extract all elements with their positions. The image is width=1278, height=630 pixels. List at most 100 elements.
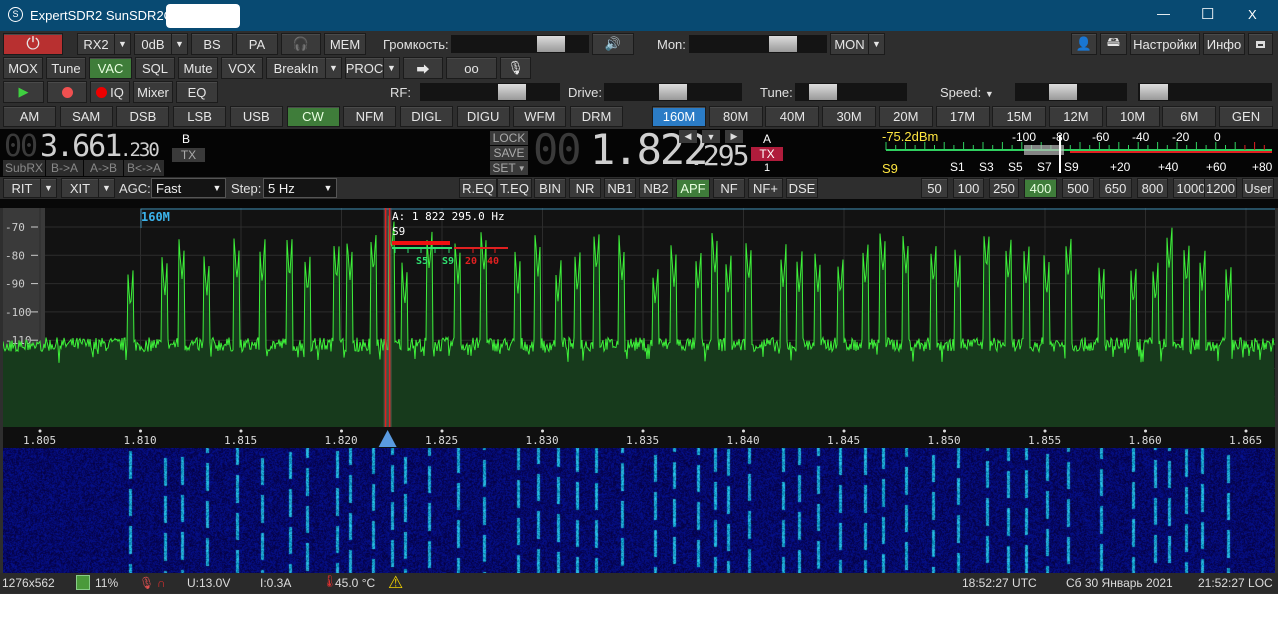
- band-30m[interactable]: 30M: [822, 106, 877, 127]
- speed-label[interactable]: Speed: ▼: [940, 85, 994, 100]
- band-40m[interactable]: 40M: [765, 106, 820, 127]
- close-button[interactable]: X: [1248, 7, 1257, 22]
- filter-400[interactable]: 400: [1024, 178, 1057, 198]
- pa-button[interactable]: PA: [236, 33, 278, 55]
- mon-select[interactable]: MON ▼: [830, 33, 885, 55]
- mic-button[interactable]: 🎙: [500, 57, 531, 79]
- a-to-b-button[interactable]: A->B: [84, 160, 123, 176]
- headphones-button[interactable]: 🎧: [281, 33, 321, 55]
- band-6m[interactable]: 6M: [1162, 106, 1217, 127]
- vfo-b-frequency-hz[interactable]: .230: [120, 139, 160, 161]
- mixer-button[interactable]: Mixer: [133, 81, 173, 103]
- dsp-nf[interactable]: NF+: [748, 178, 783, 198]
- attenuator-select[interactable]: 0dB ▼: [134, 33, 188, 55]
- xit-button[interactable]: XIT ▼: [61, 178, 115, 198]
- mode-digl[interactable]: DIGL: [399, 106, 453, 127]
- rit-button[interactable]: RIT ▼: [3, 178, 57, 198]
- mon-slider[interactable]: [689, 35, 827, 53]
- dsp-nf[interactable]: NF: [713, 178, 745, 198]
- set-button[interactable]: SET ▼: [490, 161, 528, 175]
- dsp-nb1[interactable]: NB1: [604, 178, 636, 198]
- dsp-nr[interactable]: NR: [569, 178, 601, 198]
- play-button[interactable]: ▶: [3, 81, 44, 103]
- slider-thumb[interactable]: [1140, 84, 1168, 100]
- mode-nfm[interactable]: NFM: [343, 106, 397, 127]
- dsp-teq[interactable]: T.EQ: [497, 178, 532, 198]
- filter-1200[interactable]: 1200: [1204, 178, 1237, 198]
- band-20m[interactable]: 20M: [878, 106, 933, 127]
- slider-thumb[interactable]: [809, 84, 837, 100]
- drive-button[interactable]: 🖴: [1100, 33, 1127, 55]
- slider-thumb[interactable]: [1049, 84, 1077, 100]
- filter-50[interactable]: 50: [921, 178, 948, 198]
- dsp-nb2[interactable]: NB2: [639, 178, 673, 198]
- minimize-button[interactable]: —: [1157, 6, 1170, 21]
- speed-slider[interactable]: [1015, 83, 1127, 101]
- tune-button[interactable]: Tune: [46, 57, 86, 79]
- agc-select[interactable]: Fast ▼: [151, 178, 226, 198]
- tune-down-button[interactable]: ▼: [702, 130, 720, 143]
- subrx-button[interactable]: SubRX: [3, 160, 45, 176]
- sql-button[interactable]: SQL: [135, 57, 175, 79]
- band-80m[interactable]: 80M: [708, 106, 763, 127]
- bs-button[interactable]: BS: [191, 33, 233, 55]
- band-12m[interactable]: 12M: [1048, 106, 1103, 127]
- filter-250[interactable]: 250: [989, 178, 1019, 198]
- mode-digu[interactable]: DIGU: [456, 106, 510, 127]
- slider-thumb[interactable]: [659, 84, 687, 100]
- eq-button[interactable]: EQ: [176, 81, 218, 103]
- settings-button[interactable]: Настройки: [1130, 33, 1200, 55]
- band-15m[interactable]: 15M: [992, 106, 1047, 127]
- profile-button[interactable]: 👤: [1071, 33, 1097, 55]
- volume-slider[interactable]: [451, 35, 589, 53]
- mode-wfm[interactable]: WFM: [513, 106, 567, 127]
- vac-button[interactable]: VAC: [89, 57, 132, 79]
- dsp-apf[interactable]: APF: [676, 178, 710, 198]
- waterfall[interactable]: [3, 448, 1275, 573]
- b-to-a-button[interactable]: B->A: [46, 160, 83, 176]
- proc-button[interactable]: PROC ▼: [345, 57, 400, 79]
- drive-slider[interactable]: [604, 83, 742, 101]
- mode-dsb[interactable]: DSB: [116, 106, 170, 127]
- save-button[interactable]: SAVE: [490, 146, 528, 160]
- power-button[interactable]: ⏻: [3, 33, 63, 55]
- record-button[interactable]: [47, 81, 87, 103]
- vfo-a-tx-button[interactable]: TX: [751, 147, 783, 161]
- band-160m[interactable]: 160M: [652, 106, 706, 127]
- filter-800[interactable]: 800: [1137, 178, 1168, 198]
- record-playback-button[interactable]: oo: [446, 57, 497, 79]
- band-gen[interactable]: GEN: [1219, 106, 1273, 127]
- mode-lsb[interactable]: LSB: [173, 106, 227, 127]
- mode-sam[interactable]: SAM: [59, 106, 113, 127]
- mute-button[interactable]: Mute: [178, 57, 218, 79]
- info-button[interactable]: Инфо: [1203, 33, 1245, 55]
- lock-button[interactable]: LOCK: [490, 131, 528, 145]
- step-select[interactable]: 5 Hz ▼: [263, 178, 337, 198]
- breakin-button[interactable]: BreakIn ▼: [266, 57, 342, 79]
- slider-thumb[interactable]: [498, 84, 526, 100]
- extra-slider[interactable]: [1138, 83, 1272, 101]
- maximize-button[interactable]: ☐: [1201, 5, 1214, 23]
- swap-ab-button[interactable]: B<->A: [124, 160, 164, 176]
- mode-am[interactable]: AM: [3, 106, 56, 127]
- tune-right-button[interactable]: ▶: [725, 130, 743, 143]
- dsp-bin[interactable]: BIN: [534, 178, 566, 198]
- rx-select[interactable]: RX2 ▼: [77, 33, 131, 55]
- vfo-a-frequency-hz[interactable]: .295: [688, 139, 749, 172]
- speaker-button[interactable]: 🔊: [592, 33, 634, 55]
- vfo-b-frequency[interactable]: 3.661: [40, 129, 122, 164]
- mode-drm[interactable]: DRM: [570, 106, 623, 127]
- tune-left-button[interactable]: ◀: [679, 130, 697, 143]
- band-10m[interactable]: 10M: [1105, 106, 1160, 127]
- dsp-req[interactable]: R.EQ: [459, 178, 497, 198]
- filter-100[interactable]: 100: [953, 178, 984, 198]
- mox-button[interactable]: MOX: [3, 57, 43, 79]
- vfo-b-tx-button[interactable]: TX: [172, 148, 205, 162]
- vox-button[interactable]: VOX: [221, 57, 263, 79]
- mode-usb[interactable]: USB: [229, 106, 283, 127]
- warning-icon[interactable]: ⚠: [388, 573, 403, 593]
- filter-650[interactable]: 650: [1099, 178, 1132, 198]
- mem-button[interactable]: MEM: [324, 33, 366, 55]
- spectrum-panel[interactable]: -70-80-90-100-110-120-1301.8051.8101.815…: [3, 208, 1275, 448]
- dsp-dse[interactable]: DSE: [786, 178, 818, 198]
